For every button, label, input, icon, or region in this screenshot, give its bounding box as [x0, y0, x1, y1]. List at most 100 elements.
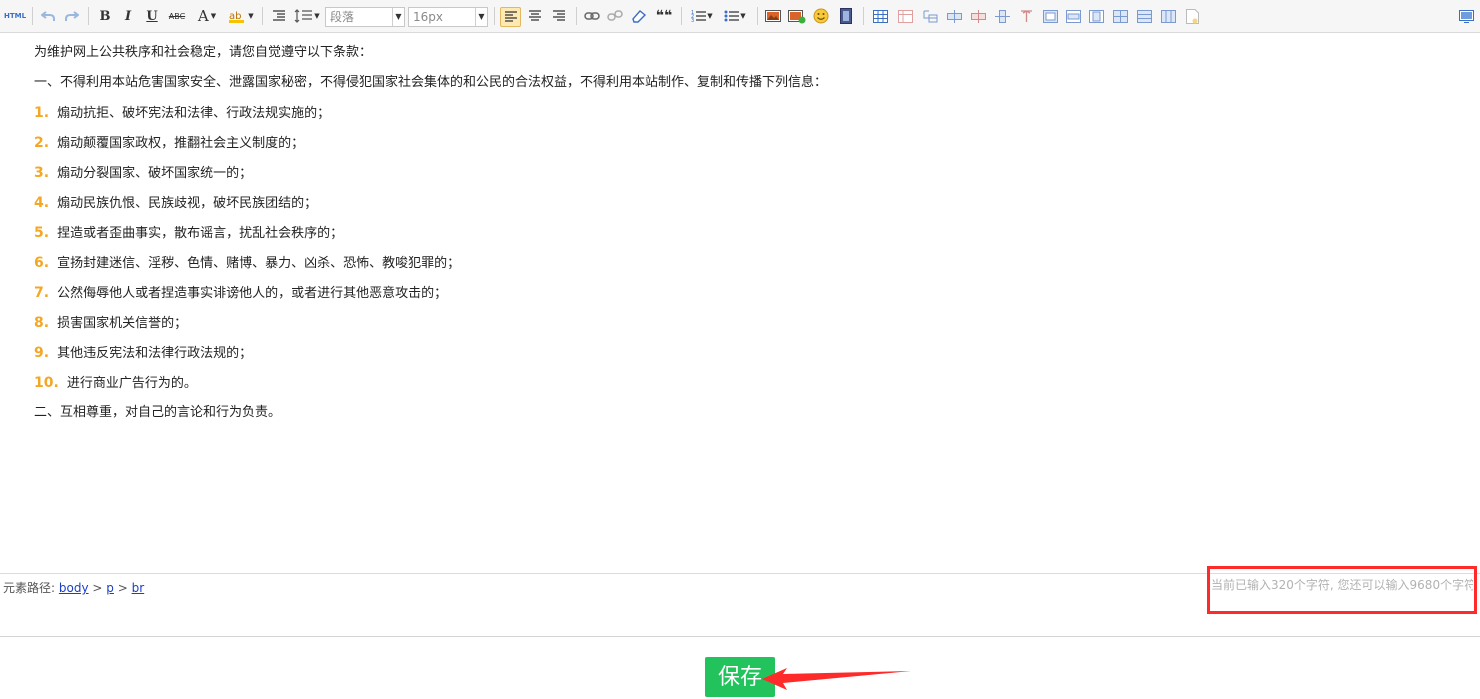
list-number: 8. — [34, 315, 50, 331]
element-path: 元素路径: body > p > br — [3, 579, 144, 596]
insert-row-icon[interactable] — [944, 6, 964, 26]
save-button[interactable]: 保存 — [705, 657, 775, 697]
list-item: 8. 损害国家机关信誉的； — [34, 313, 187, 333]
split-rows-icon[interactable] — [1134, 6, 1154, 26]
emoticon-icon[interactable] — [812, 6, 830, 26]
list-number: 7. — [34, 285, 50, 301]
path-link-body[interactable]: body — [59, 581, 89, 595]
split-cells-icon[interactable] — [1110, 6, 1130, 26]
toolbar-separator — [262, 7, 263, 25]
path-separator: > — [92, 581, 103, 595]
list-number: 4. — [34, 195, 50, 211]
line-text: 煽动颠覆国家政权，推翻社会主义制度的； — [57, 136, 305, 151]
highlight-color-icon[interactable]: ab ▼ — [226, 6, 256, 26]
toolbar-separator — [681, 7, 682, 25]
list-item: 5. 捏造或者歪曲事实，散布谣言，扰乱社会秩序的； — [34, 223, 343, 243]
eraser-icon[interactable] — [630, 6, 648, 26]
svg-text:3: 3 — [691, 18, 694, 23]
list-item: 1. 煽动抗拒、破坏宪法和法律、行政法规实施的； — [34, 103, 330, 123]
paragraph-format-value: 段落 — [330, 10, 355, 24]
list-number: 5. — [34, 225, 50, 241]
list-number: 6. — [34, 255, 50, 271]
insert-paragraph-before-table-icon[interactable] — [920, 6, 940, 26]
font-size-select[interactable]: 16px ▼ — [408, 7, 488, 27]
paragraph-line: 为维护网上公共秩序和社会稳定，请您自觉遵守以下条款： — [34, 43, 372, 63]
font-color-button[interactable]: A ▼ — [193, 6, 221, 26]
line-text: 煽动分裂国家、破坏国家统一的； — [57, 166, 253, 181]
html-source-button[interactable]: HTML — [4, 6, 26, 26]
character-counter: 当前已输入320个字符, 您还可以输入9680个字符。 — [1211, 578, 1473, 592]
toolbar-separator — [863, 7, 864, 25]
path-separator: > — [117, 581, 128, 595]
delete-column-icon[interactable] — [1016, 6, 1036, 26]
font-color-label: A — [197, 7, 209, 25]
unlink-icon[interactable] — [606, 6, 624, 26]
image-icon[interactable] — [764, 6, 782, 26]
merge-right-icon[interactable] — [1063, 6, 1083, 26]
list-item: 4. 煽动民族仇恨、民族歧视，破坏民族团结的； — [34, 193, 317, 213]
path-link-br[interactable]: br — [132, 581, 145, 595]
toolbar-separator — [494, 7, 495, 25]
fullscreen-icon[interactable] — [1456, 6, 1476, 26]
align-left-icon[interactable] — [500, 7, 521, 27]
line-text: 煽动抗拒、破坏宪法和法律、行政法规实施的； — [57, 106, 331, 121]
list-item: 3. 煽动分裂国家、破坏国家统一的； — [34, 163, 252, 183]
rich-text-editor: HTML B I U ABC A ▼ ab ▼ ▼ 段落 ▼ 16px ▼ ❝❝… — [0, 0, 1480, 637]
multi-image-icon[interactable] — [788, 6, 806, 26]
list-item: 6. 宣扬封建迷信、淫秽、色情、赌博、暴力、凶杀、恐怖、教唆犯罪的； — [34, 253, 460, 273]
split-columns-icon[interactable] — [1158, 6, 1178, 26]
list-number: 10. — [34, 375, 59, 391]
list-item: 2. 煽动颠覆国家政权，推翻社会主义制度的； — [34, 133, 304, 153]
link-icon[interactable] — [583, 6, 601, 26]
indent-icon[interactable] — [270, 6, 288, 26]
delete-table-icon[interactable] — [895, 6, 915, 26]
underline-button[interactable]: U — [143, 6, 161, 26]
toolbar-separator — [576, 7, 577, 25]
merge-cells-icon[interactable] — [1040, 6, 1060, 26]
counter-highlight-box: 当前已输入320个字符, 您还可以输入9680个字符。 — [1207, 566, 1477, 614]
list-item: 9. 其他违反宪法和法律行政法规的； — [34, 343, 252, 363]
list-number: 9. — [34, 345, 50, 361]
element-path-label: 元素路径: — [3, 581, 56, 595]
redo-icon[interactable] — [62, 6, 82, 26]
merge-down-icon[interactable] — [1086, 6, 1106, 26]
align-center-icon[interactable] — [526, 6, 544, 26]
insert-table-icon[interactable] — [870, 6, 890, 26]
line-text: 损害国家机关信誉的； — [57, 316, 188, 331]
line-text: 二、互相尊重，对自己的言论和行为负责。 — [34, 405, 282, 420]
editor-toolbar: HTML B I U ABC A ▼ ab ▼ ▼ 段落 ▼ 16px ▼ ❝❝… — [0, 0, 1480, 33]
paragraph-line: 一、不得利用本站危害国家安全、泄露国家秘密，不得侵犯国家社会集体的和公民的合法权… — [34, 73, 827, 93]
path-link-p[interactable]: p — [106, 581, 114, 595]
ordered-list-icon[interactable]: 1 2 3 ▼ — [688, 6, 716, 26]
insert-column-icon[interactable] — [992, 6, 1012, 26]
list-number: 1. — [34, 105, 50, 121]
align-right-icon[interactable] — [550, 6, 568, 26]
undo-icon[interactable] — [38, 6, 58, 26]
line-text: 公然侮辱他人或者捏造事实诽谤他人的，或者进行其他恶意攻击的； — [57, 286, 448, 301]
line-text: 进行商业广告行为的。 — [66, 376, 197, 391]
italic-button[interactable]: I — [120, 6, 136, 26]
line-text: 煽动民族仇恨、民族歧视，破坏民族团结的； — [57, 196, 318, 211]
chevron-down-icon: ▼ — [392, 8, 404, 26]
delete-row-icon[interactable] — [968, 6, 988, 26]
paragraph-format-select[interactable]: 段落 ▼ — [325, 7, 405, 27]
quote-icon[interactable]: ❝❝ — [654, 6, 674, 26]
toolbar-separator — [32, 7, 33, 25]
line-text: 为维护网上公共秩序和社会稳定，请您自觉遵守以下条款： — [34, 45, 373, 60]
page-icon[interactable] — [1182, 6, 1202, 26]
line-text: 捏造或者歪曲事实，散布谣言，扰乱社会秩序的； — [57, 226, 344, 241]
toolbar-separator — [88, 7, 89, 25]
editor-content-area[interactable]: 为维护网上公共秩序和社会稳定，请您自觉遵守以下条款： 一、不得利用本站危害国家安全… — [0, 33, 1480, 573]
bold-button[interactable]: B — [96, 6, 114, 26]
line-text: 其他违反宪法和法律行政法规的； — [57, 346, 253, 361]
chevron-down-icon: ▼ — [475, 8, 487, 26]
line-text: 宣扬封建迷信、淫秽、色情、赌博、暴力、凶杀、恐怖、教唆犯罪的； — [57, 256, 461, 271]
font-size-value: 16px — [413, 10, 443, 24]
paragraph-line: 二、互相尊重，对自己的言论和行为负责。 — [34, 403, 281, 423]
strikethrough-button[interactable]: ABC — [166, 6, 188, 26]
list-item: 7. 公然侮辱他人或者捏造事实诽谤他人的，或者进行其他恶意攻击的； — [34, 283, 447, 303]
unordered-list-icon[interactable]: ▼ — [721, 6, 749, 26]
video-icon[interactable] — [836, 6, 856, 26]
line-height-icon[interactable]: ▼ — [293, 6, 321, 26]
line-text: 一、不得利用本站危害国家安全、泄露国家秘密，不得侵犯国家社会集体的和公民的合法权… — [34, 75, 828, 90]
